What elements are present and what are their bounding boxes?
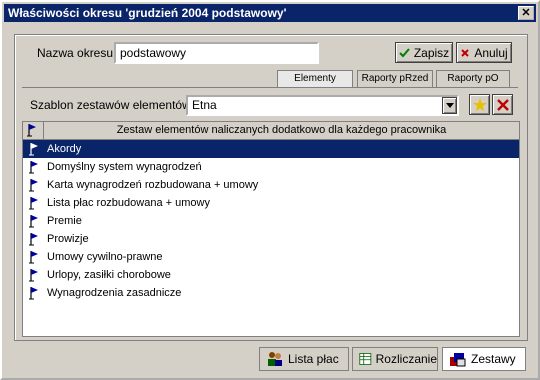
x-icon — [461, 48, 470, 57]
flag-icon — [29, 251, 38, 264]
bottom-tab-zestawy-label: Zestawy — [471, 352, 516, 366]
chevron-down-icon — [445, 103, 454, 108]
list-item-label: Akordy — [47, 143, 82, 155]
list-item[interactable]: Urlopy, zasiłki chorobowe — [23, 266, 519, 284]
list-item-label: Lista płac rozbudowana + umowy — [47, 197, 210, 209]
list-item-label: Umowy cywilno-prawne — [47, 251, 163, 263]
sets-icon — [450, 353, 466, 367]
star-icon — [472, 97, 487, 111]
bottom-tab-rozliczanie-label: Rozliczanie — [375, 352, 437, 366]
delete-x-icon — [496, 98, 509, 111]
flag-icon — [29, 233, 38, 246]
window-title: Właściwości okresu 'grudzień 2004 podsta… — [8, 6, 287, 20]
bottom-tab-rozliczanie[interactable]: Rozliczanie — [352, 347, 438, 371]
list-item[interactable]: Karta wynagrodzeń rozbudowana + umowy — [23, 176, 519, 194]
flag-icon — [27, 124, 36, 137]
list-item-label: Prowizje — [47, 233, 89, 245]
bottom-tab-zestawy[interactable]: Zestawy — [442, 347, 526, 371]
list-item-label: Urlopy, zasiłki chorobowe — [47, 269, 171, 281]
cancel-button[interactable]: Anuluj — [456, 42, 512, 63]
list-item[interactable]: Akordy — [23, 140, 519, 158]
list-item[interactable]: Umowy cywilno-prawne — [23, 248, 519, 266]
list-item-label: Karta wynagrodzeń rozbudowana + umowy — [47, 179, 259, 191]
list-header: Zestaw elementów naliczanych dodatkowo d… — [23, 122, 519, 140]
flag-icon — [29, 287, 38, 300]
save-button[interactable]: Zapisz — [395, 42, 453, 63]
list-column-header[interactable]: Zestaw elementów naliczanych dodatkowo d… — [44, 122, 519, 139]
title-bar[interactable]: Właściwości okresu 'grudzień 2004 podsta… — [4, 4, 536, 22]
bottom-tab-lista-plac-label: Lista płac — [288, 352, 339, 366]
list-item[interactable]: Domyślny system wynagrodzeń — [23, 158, 519, 176]
flag-icon — [29, 179, 38, 192]
tab-elementy-label: Elementy — [294, 73, 336, 84]
template-select-value: Etna — [192, 98, 217, 112]
new-template-button[interactable] — [469, 94, 490, 115]
template-select[interactable]: Etna — [186, 95, 459, 116]
tab-raporty-po[interactable]: Raporty pO — [436, 70, 510, 87]
elements-list: Zestaw elementów naliczanych dodatkowo d… — [22, 121, 520, 337]
bottom-tab-lista-plac[interactable]: Lista płac — [259, 347, 349, 371]
tab-divider — [22, 87, 518, 88]
close-button[interactable]: ✕ — [518, 6, 534, 20]
people-icon — [268, 352, 282, 366]
cancel-button-label: Anuluj — [474, 45, 508, 60]
period-name-input[interactable]: podstawowy — [114, 42, 319, 64]
flag-icon — [29, 161, 38, 174]
flag-icon — [29, 197, 38, 210]
properties-window: Właściwości okresu 'grudzień 2004 podsta… — [0, 0, 540, 380]
dropdown-arrow-button[interactable] — [442, 97, 457, 114]
spreadsheet-icon — [359, 353, 372, 365]
save-button-label: Zapisz — [413, 45, 450, 60]
list-item[interactable]: Wynagrodzenia zasadnicze — [23, 284, 519, 302]
flag-icon — [29, 215, 38, 228]
list-item-label: Wynagrodzenia zasadnicze — [47, 287, 182, 299]
flag-icon — [29, 269, 38, 282]
tab-raporty-po-label: Raporty pO — [447, 73, 499, 84]
flag-icon — [29, 143, 38, 156]
list-item-label: Domyślny system wynagrodzeń — [47, 161, 202, 173]
period-name-label: Nazwa okresu: — [37, 46, 117, 60]
list-item[interactable]: Premie — [23, 212, 519, 230]
delete-template-button[interactable] — [492, 94, 513, 115]
list-item[interactable]: Lista płac rozbudowana + umowy — [23, 194, 519, 212]
flag-column-header[interactable] — [23, 122, 44, 139]
tab-raporty-przed[interactable]: Raporty pRzed — [357, 70, 433, 87]
tab-raporty-przed-label: Raporty pRzed — [361, 73, 429, 84]
template-label: Szablon zestawów elementów: — [30, 98, 195, 112]
checkmark-icon — [399, 47, 410, 57]
tab-elementy[interactable]: Elementy — [277, 70, 353, 87]
list-item[interactable]: Prowizje — [23, 230, 519, 248]
list-item-label: Premie — [47, 215, 82, 227]
